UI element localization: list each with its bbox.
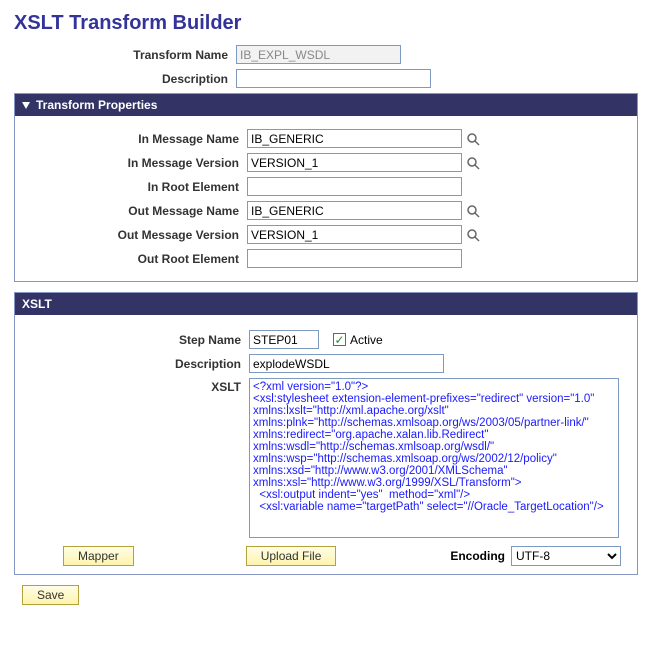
row-out-root-element: Out Root Element (19, 249, 633, 268)
lookup-icon[interactable] (466, 228, 480, 242)
row-description: Description (8, 69, 644, 88)
step-name-label: Step Name (21, 333, 249, 347)
lookup-icon[interactable] (466, 156, 480, 170)
check-icon: ✓ (334, 334, 344, 346)
in-message-version-label: In Message Version (19, 156, 247, 170)
description-field[interactable] (236, 69, 431, 88)
xslt-text-label: XSLT (21, 378, 249, 394)
save-button[interactable]: Save (22, 585, 79, 605)
page-title: XSLT Transform Builder (14, 12, 644, 35)
xslt-description-field[interactable] (249, 354, 444, 373)
xslt-title: XSLT (22, 297, 52, 311)
row-in-message-version: In Message Version (19, 153, 633, 172)
out-message-version-field[interactable] (247, 225, 462, 244)
xslt-textarea[interactable] (249, 378, 619, 538)
row-step-name: Step Name ✓ Active (21, 330, 631, 349)
encoding-select[interactable]: UTF-8 (511, 546, 621, 566)
row-in-root-element: In Root Element (19, 177, 633, 196)
row-transform-name: Transform Name (8, 45, 644, 64)
out-root-element-label: Out Root Element (19, 252, 247, 266)
active-checkbox[interactable]: ✓ (333, 333, 346, 346)
lookup-icon[interactable] (466, 132, 480, 146)
in-message-name-label: In Message Name (19, 132, 247, 146)
transform-name-field (236, 45, 401, 64)
in-message-version-field[interactable] (247, 153, 462, 172)
transform-name-label: Transform Name (8, 48, 236, 62)
in-message-name-field[interactable] (247, 129, 462, 148)
row-out-message-name: Out Message Name (19, 201, 633, 220)
out-message-name-label: Out Message Name (19, 204, 247, 218)
in-root-element-field[interactable] (247, 177, 462, 196)
out-message-name-field[interactable] (247, 201, 462, 220)
description-label: Description (8, 72, 236, 86)
transform-properties-title: Transform Properties (36, 98, 157, 112)
in-root-element-label: In Root Element (19, 180, 247, 194)
active-checkbox-wrap[interactable]: ✓ Active (333, 333, 383, 347)
row-xslt-description: Description (21, 354, 631, 373)
row-xslt-text: XSLT (21, 378, 631, 538)
transform-properties-header[interactable]: Transform Properties (15, 94, 637, 116)
lookup-icon[interactable] (466, 204, 480, 218)
xslt-button-row: Mapper Upload File Encoding UTF-8 (21, 546, 631, 566)
upload-file-button[interactable]: Upload File (246, 546, 337, 566)
transform-properties-panel: Transform Properties In Message Name In … (14, 93, 638, 282)
row-in-message-name: In Message Name (19, 129, 633, 148)
xslt-header: XSLT (15, 293, 637, 315)
out-root-element-field[interactable] (247, 249, 462, 268)
step-name-field[interactable] (249, 330, 319, 349)
xslt-description-label: Description (21, 357, 249, 371)
out-message-version-label: Out Message Version (19, 228, 247, 242)
row-out-message-version: Out Message Version (19, 225, 633, 244)
active-label: Active (350, 333, 383, 347)
expand-collapse-icon (22, 102, 30, 109)
xslt-panel: XSLT Step Name ✓ Active Description XSLT… (14, 292, 638, 575)
mapper-button[interactable]: Mapper (63, 546, 134, 566)
encoding-label: Encoding (450, 549, 505, 563)
